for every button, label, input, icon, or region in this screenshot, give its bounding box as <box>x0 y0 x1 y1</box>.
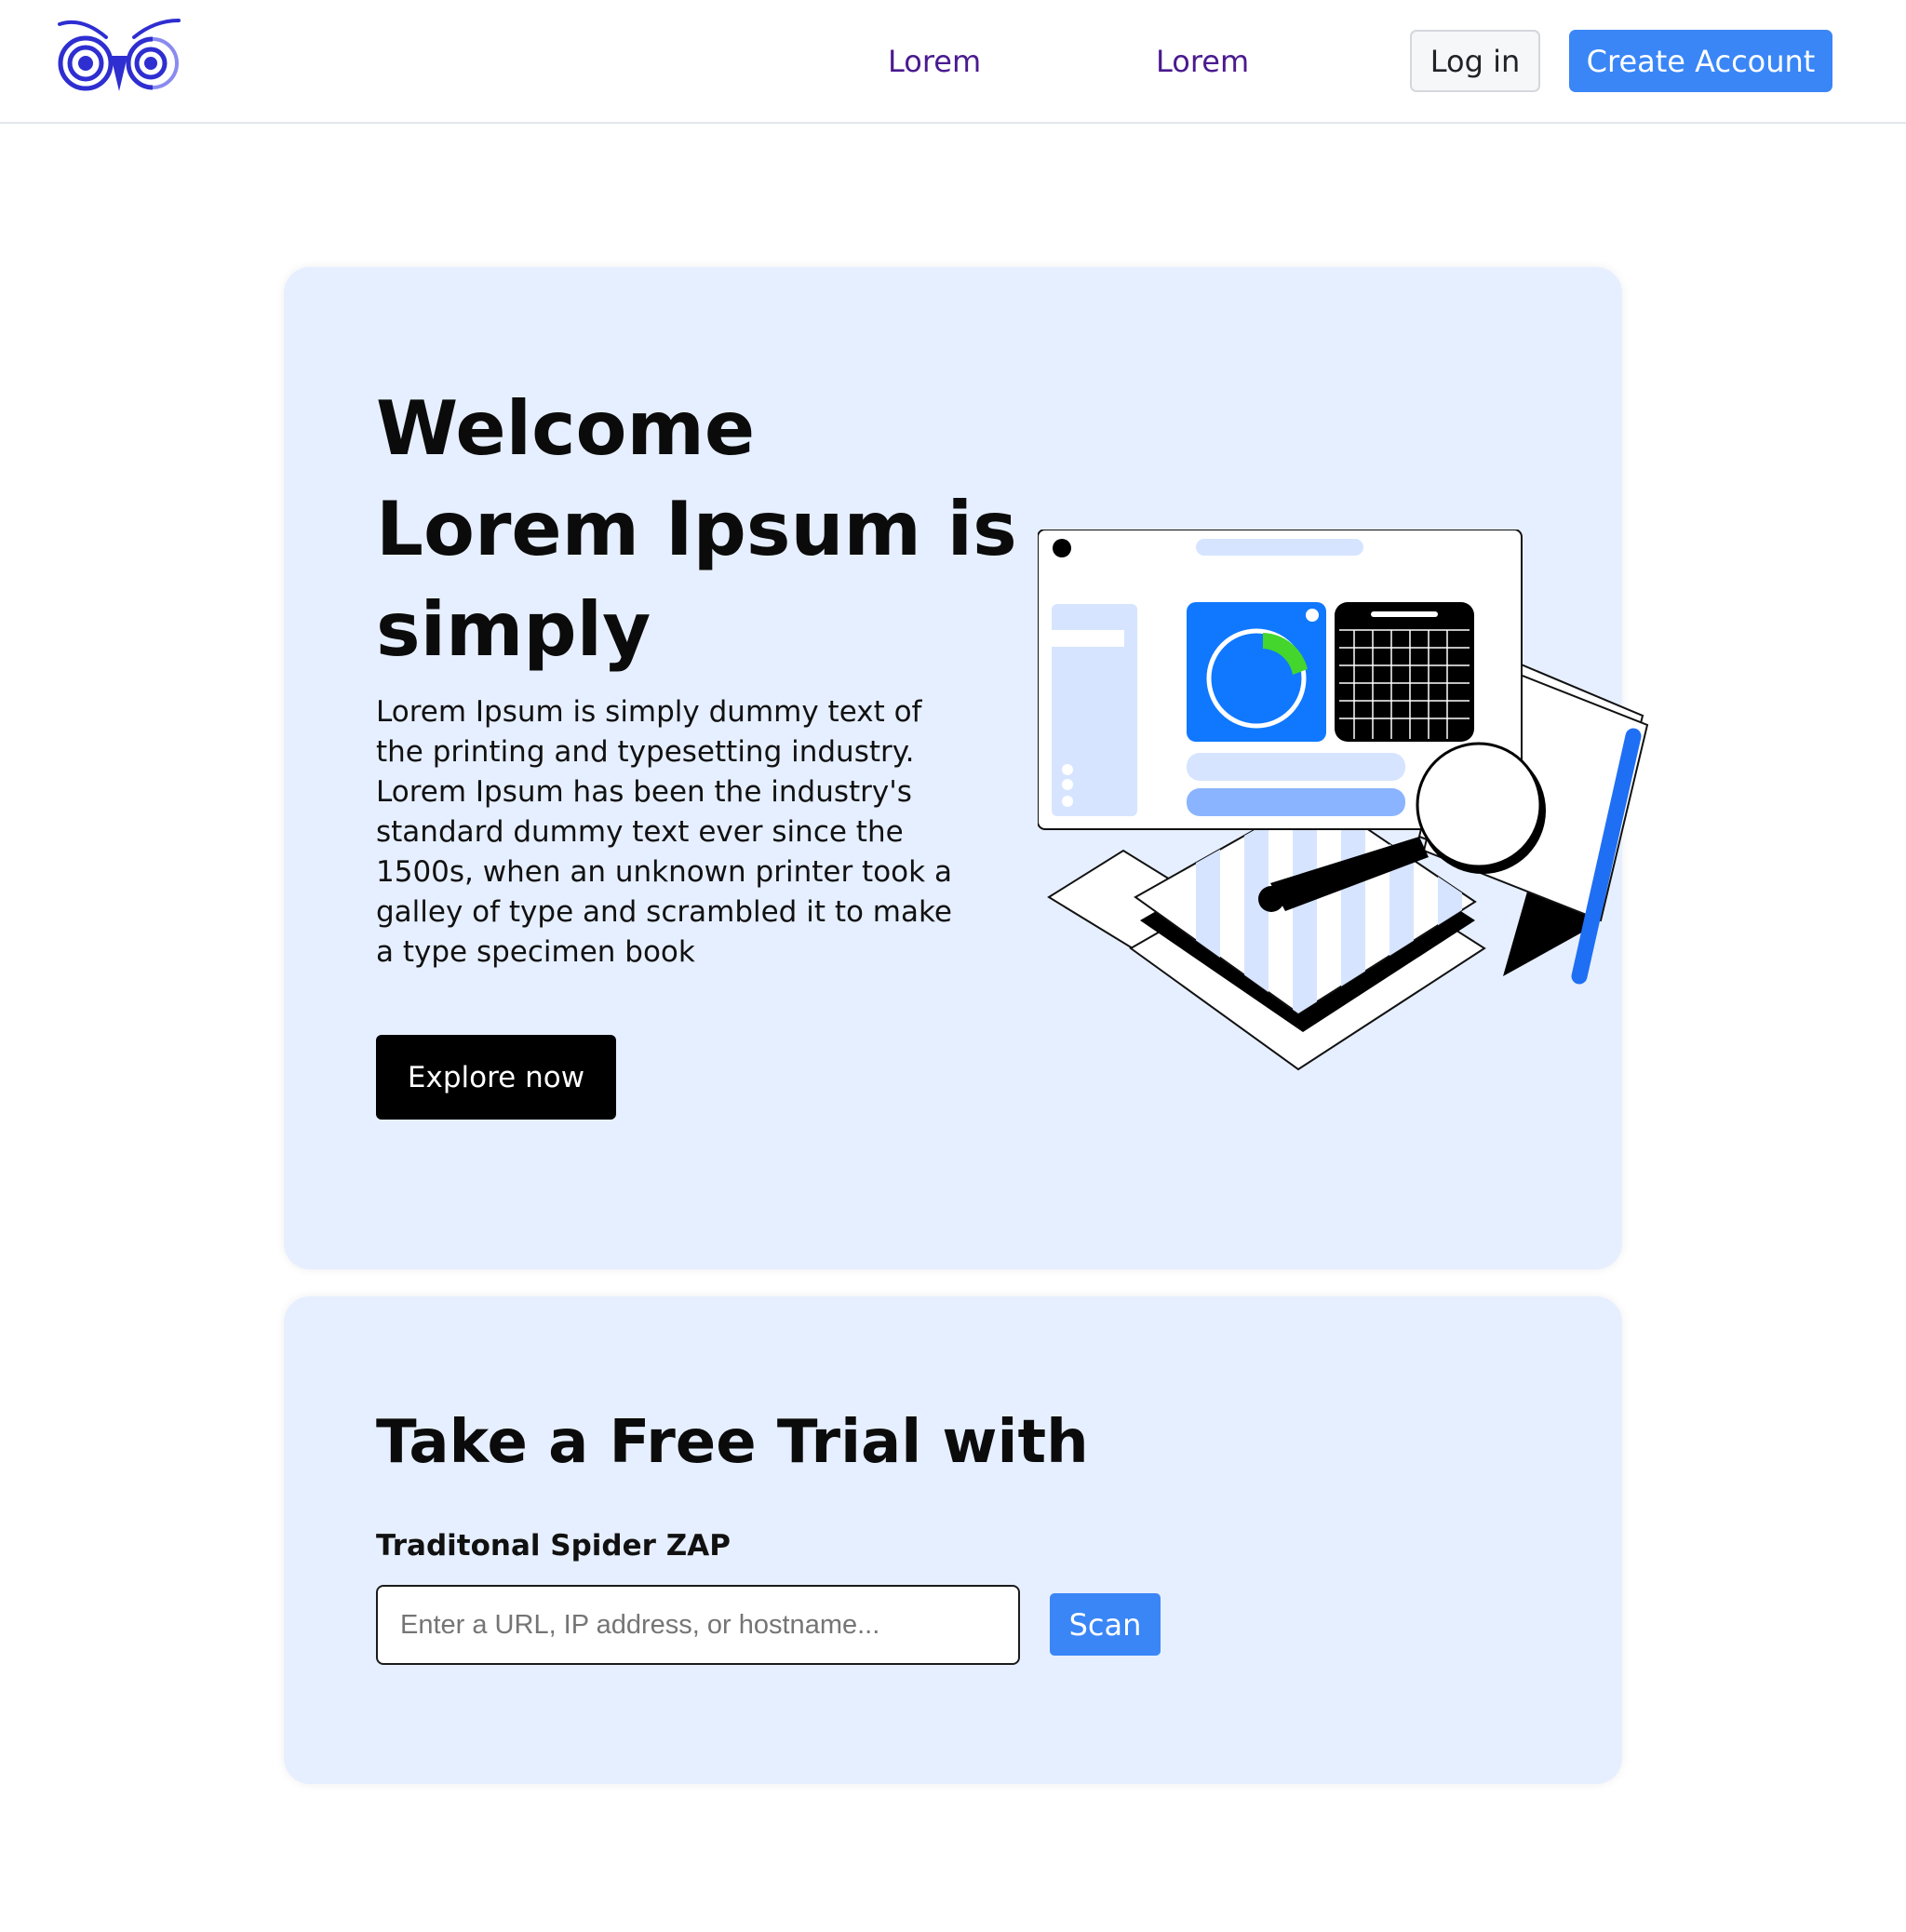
owl-logo-icon[interactable] <box>58 17 181 97</box>
create-account-button[interactable]: Create Account <box>1569 30 1832 92</box>
hero-card: Welcome Lorem Ipsum is simply Lorem Ipsu… <box>284 267 1649 1269</box>
scan-field-label: Traditonal Spider ZAP <box>376 1529 731 1563</box>
analytics-dashboard-illustration <box>1038 530 1649 1071</box>
top-navbar: Lorem Lorem Log in Create Account <box>0 0 1906 124</box>
hero-description: Lorem Ipsum is simply dummy text of the … <box>376 695 952 969</box>
scan-target-input[interactable] <box>376 1585 1020 1665</box>
explore-now-button[interactable]: Explore now <box>376 1035 616 1120</box>
hero-title-line1: Welcome <box>376 385 756 472</box>
nav-link-1[interactable]: Lorem <box>888 41 981 82</box>
trial-title: Take a Free Trial with <box>376 1408 1089 1477</box>
hero-title: Welcome Lorem Ipsum is simply <box>376 379 1027 680</box>
scan-button[interactable]: Scan <box>1050 1593 1161 1656</box>
hero-title-line2: Lorem Ipsum is simply <box>376 486 1017 673</box>
free-trial-card: Take a Free Trial with Traditonal Spider… <box>284 1296 1622 1784</box>
nav-link-2[interactable]: Lorem <box>1156 41 1249 82</box>
login-button[interactable]: Log in <box>1410 30 1540 92</box>
